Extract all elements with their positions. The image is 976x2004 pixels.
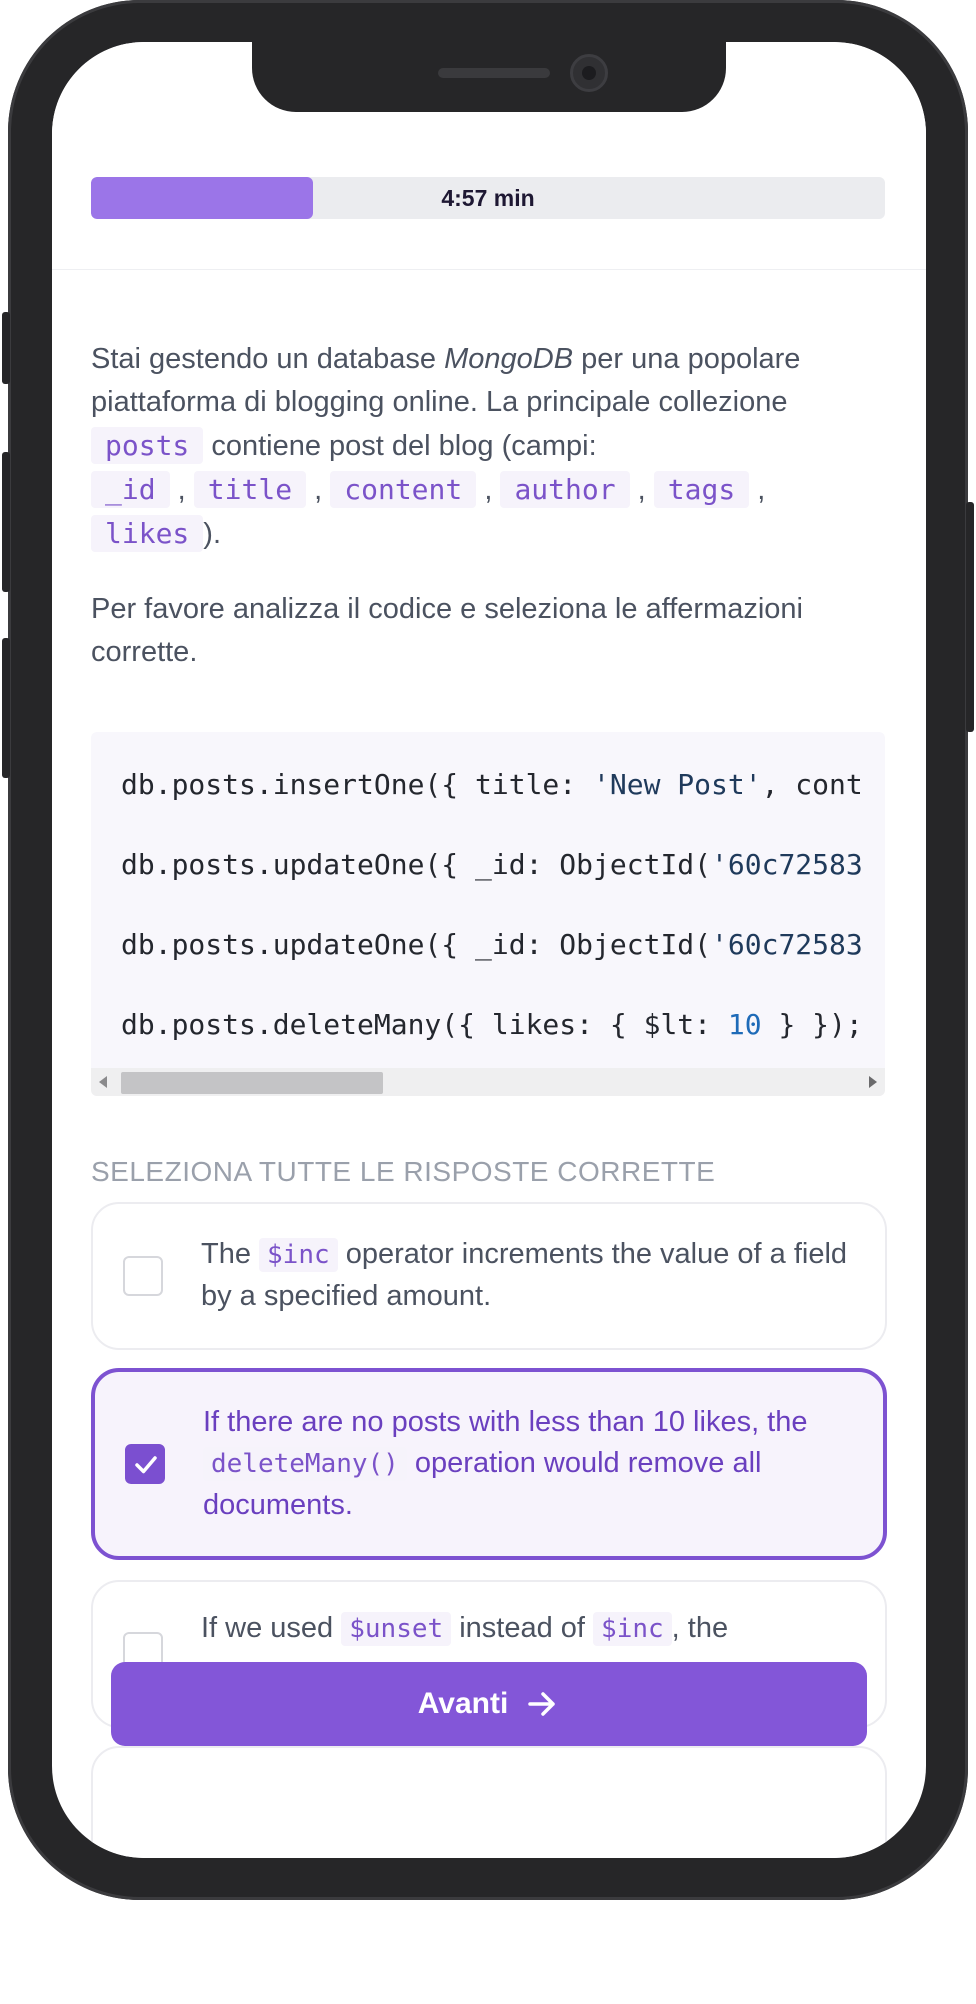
code-chip: $unset xyxy=(341,1612,452,1646)
collection-chip: posts xyxy=(91,427,204,464)
check-icon xyxy=(135,1456,157,1474)
answer-option-2[interactable]: If there are no posts with less than 10 … xyxy=(91,1368,887,1560)
field-chip: title xyxy=(193,471,307,508)
answer-text: The xyxy=(201,1238,260,1270)
answer-checkbox-1[interactable] xyxy=(123,1256,163,1296)
code-chip: $inc xyxy=(259,1238,338,1272)
field-chip: _id xyxy=(91,471,170,508)
field-chip: likes xyxy=(91,515,204,552)
code-line-3: db.posts.updateOne({ _id: ObjectId('60c7… xyxy=(121,928,863,961)
timer-progress-bar: 4:57 min xyxy=(91,177,885,219)
answer-option-1[interactable]: The $inc operator increments the value o… xyxy=(91,1202,887,1350)
answer-text: instead of xyxy=(451,1612,594,1644)
code-text: db.posts.updateOne({ _id: ObjectId( xyxy=(121,848,712,881)
code-block[interactable]: db.posts.insertOne({ title: 'New Post', … xyxy=(91,732,885,1096)
code-line-2: db.posts.updateOne({ _id: ObjectId('60c7… xyxy=(121,848,863,881)
field-separator: , xyxy=(484,474,493,506)
answer-text-1: The $inc operator increments the value o… xyxy=(201,1234,861,1317)
answer-checkbox-2[interactable] xyxy=(125,1444,165,1484)
next-button-label: Avanti xyxy=(417,1687,509,1720)
scrollbar-thumb[interactable] xyxy=(121,1072,383,1094)
intro-text: ). xyxy=(203,518,222,550)
timer-label: 4:57 min xyxy=(441,185,535,211)
scroll-right-icon[interactable] xyxy=(869,1076,877,1088)
field-separator: , xyxy=(314,474,323,506)
intro-text: Stai gestendo un database xyxy=(91,343,445,375)
answer-text: , the xyxy=(671,1612,729,1644)
code-text: db.posts.insertOne({ title: xyxy=(121,768,594,801)
answer-text-2: If there are no posts with less than 10 … xyxy=(203,1402,859,1526)
answer-option-4[interactable] xyxy=(91,1746,887,1858)
intro-text: contiene post del blog (campi: xyxy=(203,430,597,462)
code-string: '60c72583 xyxy=(711,848,863,881)
code-chip: deleteMany() xyxy=(203,1447,407,1481)
code-text: db.posts.deleteMany({ likes: { $lt: xyxy=(121,1008,728,1041)
question-paragraph-1: Stai gestendo un database MongoDB per un… xyxy=(91,338,891,556)
question-text: Stai gestendo un database MongoDB per un… xyxy=(91,338,891,674)
code-string: 'New Post' xyxy=(593,768,762,801)
answer-text-3: If we used $unset instead of $inc, the xyxy=(201,1608,861,1650)
code-number: 10 xyxy=(727,1008,762,1041)
speaker-grille xyxy=(438,68,550,78)
arrow-right-icon xyxy=(528,1692,556,1716)
field-chip: content xyxy=(330,471,477,508)
code-string: '60c72583 xyxy=(711,928,863,961)
field-separator: , xyxy=(637,474,646,506)
code-line-4: db.posts.deleteMany({ likes: { $lt: 10 }… xyxy=(121,1008,863,1041)
code-chip: $inc xyxy=(593,1612,672,1646)
code-line-1: db.posts.insertOne({ title: 'New Post', … xyxy=(121,768,863,801)
scroll-left-icon[interactable] xyxy=(99,1076,107,1088)
db-name: MongoDB xyxy=(444,343,574,375)
field-chip: author xyxy=(500,471,630,508)
phone-volume-up-button xyxy=(2,452,10,592)
phone-volume-down-button xyxy=(2,638,10,778)
field-separator: , xyxy=(177,474,186,506)
answer-text: If there are no posts with less than 10 … xyxy=(203,1406,808,1438)
answer-text: If we used xyxy=(201,1612,342,1644)
field-separator: , xyxy=(757,474,766,506)
code-text: } }); xyxy=(761,1008,863,1041)
code-horizontal-scrollbar[interactable] xyxy=(91,1068,885,1096)
code-text: db.posts.updateOne({ _id: ObjectId( xyxy=(121,928,712,961)
phone-mute-button xyxy=(2,312,10,384)
next-button[interactable]: Avanti xyxy=(111,1662,867,1746)
question-paragraph-2: Per favore analizza il codice e selezion… xyxy=(91,593,803,668)
front-camera-icon xyxy=(570,54,608,92)
field-chip: tags xyxy=(653,471,750,508)
phone-screen: 4:57 min Stai gestendo un database Mongo… xyxy=(52,42,926,1858)
code-text: , cont xyxy=(761,768,863,801)
phone-power-button xyxy=(966,502,974,732)
answers-section-label: Seleziona tutte le risposte corrette xyxy=(91,1156,716,1187)
phone-notch xyxy=(252,42,726,112)
